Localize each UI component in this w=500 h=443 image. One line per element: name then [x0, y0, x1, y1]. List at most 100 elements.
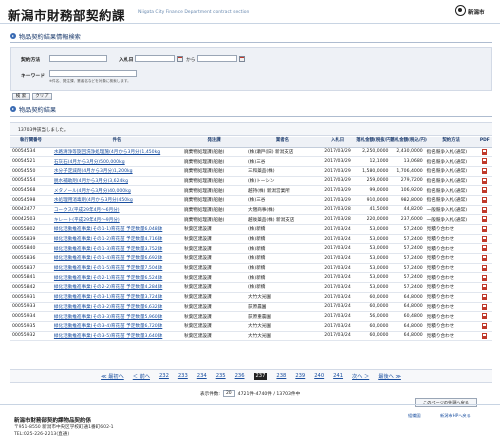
pdf-icon[interactable] [482, 284, 488, 291]
contract-method: 見積り合わせ [424, 253, 478, 264]
item-name-link[interactable]: 脱水補助剤(4月から3月分)3,624kg [51, 176, 183, 187]
bid-date: 2017/03/24 [318, 311, 357, 322]
pdf-icon[interactable] [482, 264, 488, 271]
pager-page-link[interactable]: 241 [333, 373, 343, 380]
pdf-icon[interactable] [482, 148, 488, 155]
pdf-icon[interactable] [482, 313, 488, 320]
pdf-icon[interactable] [482, 197, 488, 204]
bid-date: 2017/03/24 [318, 282, 357, 293]
pdf-icon[interactable] [482, 226, 488, 233]
pager-page-link[interactable]: 234 [197, 373, 207, 380]
amount-excl-tax: 1,580,0000 [356, 166, 391, 177]
pdf-cell [477, 302, 492, 313]
pdf-icon[interactable] [482, 322, 488, 329]
item-name-link[interactable]: 水路清浄等旋回洗浄処理施(4月から3月分)1,450kg [51, 147, 183, 158]
per-page-select[interactable]: 20 [222, 390, 235, 397]
bid-date: 2017/03/24 [318, 292, 357, 303]
pager-page-link[interactable]: 232 [159, 373, 169, 380]
pdf-cell [477, 176, 492, 187]
bid-date: 2017/03/28 [318, 214, 357, 225]
item-name-link[interactable]: 緑化活動推進事業(その3-4)育花苗 予定数量6,720鉢 [51, 321, 183, 332]
clear-button[interactable]: クリア [32, 93, 52, 100]
ordering-department: 秋葉区建設課 [182, 243, 247, 255]
amount-incl-tax: 1,706,4000 [390, 166, 425, 177]
item-name-link[interactable]: メタノール(4月から3月分)40,000kg [51, 185, 183, 196]
city-name[interactable]: 新潟市 [468, 8, 485, 16]
bid-date: 2017/03/29 [318, 185, 357, 196]
pdf-icon[interactable] [482, 274, 488, 281]
item-name-link[interactable]: 緑化活動推進事業(その2-1)育花苗 予定数量6,524鉢 [51, 272, 183, 284]
item-name-link[interactable]: 石灰石(4月から3月分)500,000kg [51, 156, 183, 167]
contract-method-select[interactable] [49, 55, 107, 62]
pdf-icon[interactable] [482, 245, 488, 252]
contract-method: 見積り合わせ [424, 321, 478, 332]
pdf-icon[interactable] [482, 177, 488, 184]
calendar-icon[interactable] [239, 55, 245, 62]
column-header: PDF [477, 137, 492, 148]
pdf-icon[interactable] [482, 216, 488, 223]
date-to-input[interactable] [197, 55, 237, 62]
pdf-icon[interactable] [482, 255, 488, 262]
contract-method: 見積り合わせ [424, 282, 478, 293]
pager-page-link[interactable]: 238 [276, 373, 286, 380]
footer-link-home[interactable]: 新潟市HPへ戻る [440, 413, 471, 419]
pager-page-link[interactable]: 236 [235, 373, 245, 380]
city-emblem-icon[interactable] [455, 5, 466, 16]
item-name-link[interactable]: 緑化活動推進事業(その1-1)育花苗 予定数量6,048鉢 [51, 224, 183, 235]
column-header: 入札日 [318, 137, 357, 148]
pdf-icon[interactable] [482, 293, 488, 300]
item-name-link[interactable]: 緑化活動推進事業(その3-1)育花苗 予定数量3,724鉢 [51, 292, 183, 303]
pdf-icon[interactable] [482, 332, 488, 339]
pager-last-link[interactable]: 最後へ ≫ [378, 373, 401, 380]
pdf-cell [477, 272, 492, 284]
item-name-link[interactable]: 緑化活動推進事業(その3-3)育花苗 予定数量5,960鉢 [51, 311, 183, 322]
bid-date: 2017/03/24 [318, 321, 357, 332]
item-name-link[interactable]: 緑化活動推進事業(その2-2)育花苗 予定数量4,284鉢 [51, 282, 183, 293]
item-name-link[interactable]: 緑化活動推進事業(その1-5)育花苗 予定数量7,504鉢 [51, 263, 183, 274]
result-count: 13703件該当しました。 [18, 128, 69, 133]
pager-prev-link[interactable]: ＜ 前へ [133, 373, 150, 380]
execution-number: 00055836 [10, 253, 52, 264]
item-name-link[interactable]: 緑化活動推進事業(その1-3)育花苗 予定数量3,752鉢 [51, 243, 183, 255]
amount-excl-tax: 53,0000 [356, 282, 391, 293]
amount-incl-tax: 44,8200 [390, 205, 425, 216]
pdf-icon[interactable] [482, 303, 488, 310]
pager-page-link[interactable]: 235 [216, 373, 226, 380]
pager-page-link[interactable]: 240 [314, 373, 324, 380]
pdf-icon[interactable] [482, 206, 488, 213]
ordering-department: 秋葉区建設課 [182, 292, 247, 303]
item-name-link[interactable]: 緑化活動推進事業(その3-2)育花苗 予定数量6,632鉢 [51, 302, 183, 313]
item-name-link[interactable]: キレート(平成29年4月〜9月分) [51, 214, 183, 225]
pager-page-link[interactable]: 239 [295, 373, 305, 380]
pdf-icon[interactable] [482, 187, 488, 194]
search-button[interactable]: 検 索 [12, 93, 30, 100]
amount-incl-tax: 57,2400 [390, 272, 425, 284]
item-name-link[interactable]: 水処理用消毒剤(4月から3月分)450kg [51, 195, 183, 206]
site-title[interactable]: 新潟市財務部契約課 [8, 5, 125, 24]
item-name-link[interactable]: 緑化活動推進事業(その3-5)育花苗 予定数量3,640鉢 [51, 331, 183, 342]
amount-incl-tax: 64,8000 [390, 292, 425, 303]
amount-excl-tax: 220,0000 [356, 214, 391, 225]
calendar-icon[interactable] [177, 55, 183, 62]
pager-page-link[interactable]: 233 [178, 373, 188, 380]
item-name-link[interactable]: コークス(平成29年4月〜6月分) [51, 205, 183, 216]
pager-first-link[interactable]: ≪ 最初へ [101, 373, 124, 380]
pdf-icon[interactable] [482, 158, 488, 165]
amount-incl-tax: 57,2400 [390, 263, 425, 274]
footer-link-org[interactable]: 組織図 [408, 413, 421, 419]
contract-method: 見積り合わせ [424, 311, 478, 322]
item-name-link[interactable]: 水分子定減剤(4月から3月分)1,200kg [51, 166, 183, 177]
amount-excl-tax: 259,0000 [356, 176, 391, 187]
pdf-icon[interactable] [482, 235, 488, 242]
pdf-cell [477, 243, 492, 255]
ordering-department: 廃棄物処理課(船舶) [182, 156, 247, 167]
pdf-icon[interactable] [482, 167, 488, 174]
date-from-input[interactable] [135, 55, 175, 62]
item-name-link[interactable]: 緑化活動推進事業(その1-4)育花苗 予定数量6,692鉢 [51, 253, 183, 264]
ordering-department: 廃棄物処理課(船舶) [182, 185, 247, 196]
pager-next-link[interactable]: 次へ ＞ [352, 373, 369, 380]
item-name-link[interactable]: 緑化活動推進事業(その1-2)育花苗 予定数量4,716鉢 [51, 234, 183, 245]
keyword-input[interactable] [49, 70, 137, 77]
column-header: 落札金額(税込/円) [390, 137, 427, 148]
vendor-name: (株)瀬戸(旧) 新潟支店 [246, 147, 319, 158]
